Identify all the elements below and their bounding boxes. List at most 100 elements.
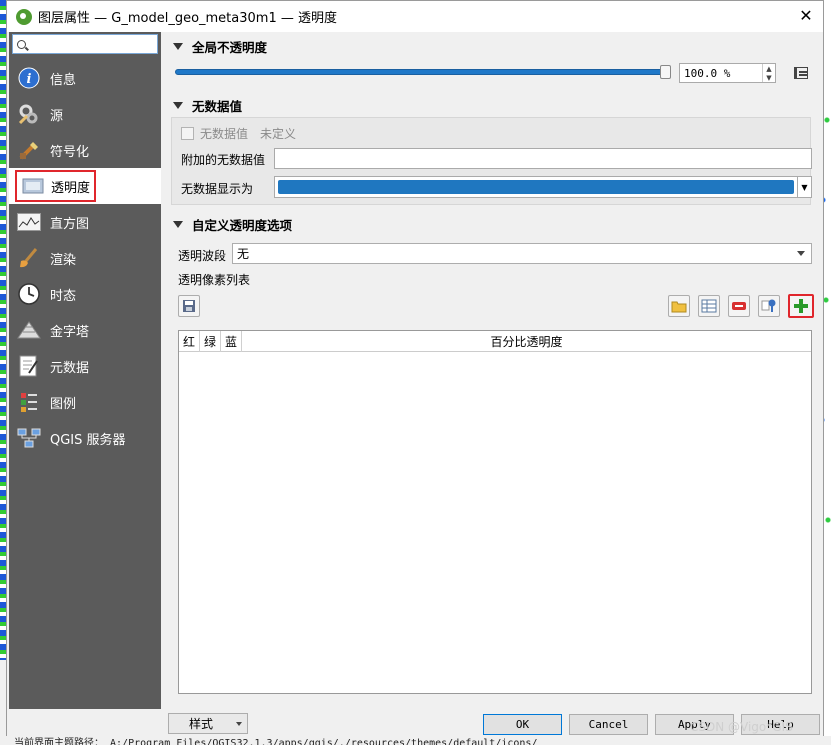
sidebar-item-label: 符号化: [50, 144, 90, 160]
nodata-checkbox-row: 无数据值 未定义: [181, 125, 296, 142]
sidebar-item-source[interactable]: 源: [9, 96, 161, 132]
remove-row-button[interactable]: [728, 295, 750, 317]
transparency-icon: [21, 174, 45, 198]
qgis-logo-icon: [16, 8, 32, 25]
data-defined-override-button[interactable]: [789, 63, 813, 83]
sidebar-item-temporal[interactable]: 时态: [9, 276, 161, 312]
spin-down-icon[interactable]: ▼: [763, 73, 775, 82]
opacity-slider-handle[interactable]: [660, 65, 671, 79]
display-nodata-label: 无数据显示为: [181, 182, 254, 196]
column-header-red[interactable]: 红: [179, 331, 200, 352]
close-icon[interactable]: ✕: [797, 7, 815, 25]
sidebar-item-info[interactable]: i 信息: [9, 60, 161, 96]
opacity-spinbox[interactable]: ▲ ▼: [679, 63, 776, 83]
additional-nodata-label: 附加的无数据值: [181, 153, 266, 167]
sidebar-item-symbology[interactable]: 符号化: [9, 132, 161, 168]
sidebar-item-label: QGIS 服务器: [50, 432, 126, 448]
cancel-button[interactable]: Cancel: [569, 714, 648, 735]
additional-nodata-input[interactable]: [274, 148, 812, 169]
selected-band: 无: [237, 247, 250, 261]
plus-icon: [794, 299, 808, 313]
nodata-color-button[interactable]: [274, 176, 798, 198]
section-title: 无数据值: [192, 98, 243, 114]
sidebar-item-qgis-server[interactable]: QGIS 服务器: [9, 420, 161, 456]
opacity-input[interactable]: [680, 66, 760, 80]
rendering-icon: [17, 246, 41, 270]
sidebar-item-pyramids[interactable]: 金字塔: [9, 312, 161, 348]
minus-icon: [732, 302, 746, 310]
sidebar-item-label: 渲染: [50, 252, 77, 268]
sidebar-item-label: 透明度: [51, 180, 91, 196]
no-data-header[interactable]: 无数据值: [167, 93, 815, 117]
temporal-icon: [17, 282, 41, 306]
search-box[interactable]: [12, 34, 158, 54]
collapse-arrow-icon: [173, 101, 183, 109]
nodata-checkbox[interactable]: [181, 127, 194, 140]
add-values-from-display-button[interactable]: [698, 295, 720, 317]
transparent-pixel-table[interactable]: 红 绿 蓝 百分比透明度: [178, 330, 812, 694]
transparency-panel: 全局不透明度 ▲ ▼ 无数据值 无数据值 未定义 附加的无数据值 无数据显示为: [167, 32, 817, 707]
save-icon: [183, 300, 195, 312]
window-title: 图层属性 — G_model_geo_meta30m1 — 透明度: [38, 11, 337, 26]
sidebar-item-label: 源: [50, 108, 64, 124]
transparency-band-label: 透明波段: [178, 249, 227, 263]
import-from-file-button[interactable]: [668, 295, 690, 317]
search-icon: [17, 39, 26, 49]
status-strip: 当前界面主题路径： A:/Program Files/QGIS32.1.3/ap…: [0, 736, 831, 745]
sidebar-item-metadata[interactable]: 元数据: [9, 348, 161, 384]
spin-up-icon[interactable]: ▲: [763, 64, 775, 73]
collapse-arrow-icon: [173, 220, 183, 228]
sidebar-item-legend[interactable]: 图例: [9, 384, 161, 420]
style-menu-button[interactable]: 样式: [168, 713, 248, 734]
legend-icon: [17, 390, 41, 414]
custom-transparency-header[interactable]: 自定义透明度选项: [167, 212, 815, 236]
sidebar-item-label: 信息: [50, 72, 77, 88]
data-defined-icon: [794, 67, 808, 79]
ok-button[interactable]: OK: [483, 714, 562, 735]
info-icon: i: [17, 66, 41, 90]
histogram-icon: [17, 210, 41, 234]
chevron-down-icon: [797, 251, 805, 256]
collapse-arrow-icon: [173, 42, 183, 50]
sidebar-item-label: 直方图: [50, 216, 90, 232]
title-bar[interactable]: 图层属性 — G_model_geo_meta30m1 — 透明度 ✕: [7, 1, 823, 32]
chevron-down-icon[interactable]: ▼: [798, 176, 812, 198]
sidebar: i 信息 源 符号化 透明度 直方图 渲染 时态 金字塔 元数据 图例 QGIS…: [9, 32, 161, 709]
sidebar-item-histogram[interactable]: 直方图: [9, 204, 161, 240]
save-button[interactable]: [178, 295, 200, 317]
sidebar-item-rendering[interactable]: 渲染: [9, 240, 161, 276]
nodata-checkbox-label: 无数据值: [200, 127, 249, 141]
global-opacity-header[interactable]: 全局不透明度: [167, 34, 815, 58]
section-title: 全局不透明度: [192, 39, 268, 55]
sidebar-item-label: 图例: [50, 396, 77, 412]
transparency-band-select[interactable]: 无: [232, 243, 812, 264]
layer-properties-dialog: 图层属性 — G_model_geo_meta30m1 — 透明度 ✕ i 信息…: [6, 0, 824, 740]
pixel-list-label: 透明像素列表: [178, 273, 251, 287]
table-icon: [701, 299, 717, 313]
color-swatch: [278, 180, 794, 194]
svg-text:i: i: [27, 72, 32, 87]
sidebar-item-label: 金字塔: [50, 324, 90, 340]
nodata-undefined-text: 未定义: [260, 127, 297, 141]
style-button-label: 样式: [189, 717, 214, 731]
source-icon: [17, 102, 41, 126]
add-row-button[interactable]: [788, 294, 814, 318]
sidebar-item-label: 元数据: [50, 360, 90, 376]
symbology-icon: [17, 138, 41, 162]
status-text: 当前界面主题路径： A:/Program Files/QGIS32.1.3/ap…: [14, 738, 538, 745]
column-header-blue[interactable]: 蓝: [221, 331, 242, 352]
watermark: CSDN @Vigo*GIS: [690, 720, 793, 734]
column-header-green[interactable]: 绿: [200, 331, 221, 352]
sidebar-item-label: 时态: [50, 288, 77, 304]
pyramids-icon: [17, 318, 41, 342]
opacity-slider-track[interactable]: [175, 69, 669, 75]
sidebar-item-transparency[interactable]: 透明度: [9, 168, 161, 204]
folder-icon: [671, 301, 687, 313]
chevron-down-icon: [236, 722, 242, 726]
metadata-icon: [17, 354, 41, 378]
qgis-server-icon: [17, 426, 41, 450]
column-header-percent-transparent[interactable]: 百分比透明度: [242, 331, 811, 352]
search-input[interactable]: [30, 37, 150, 51]
section-title: 自定义透明度选项: [192, 217, 293, 233]
add-values-manually-button[interactable]: [758, 295, 780, 317]
